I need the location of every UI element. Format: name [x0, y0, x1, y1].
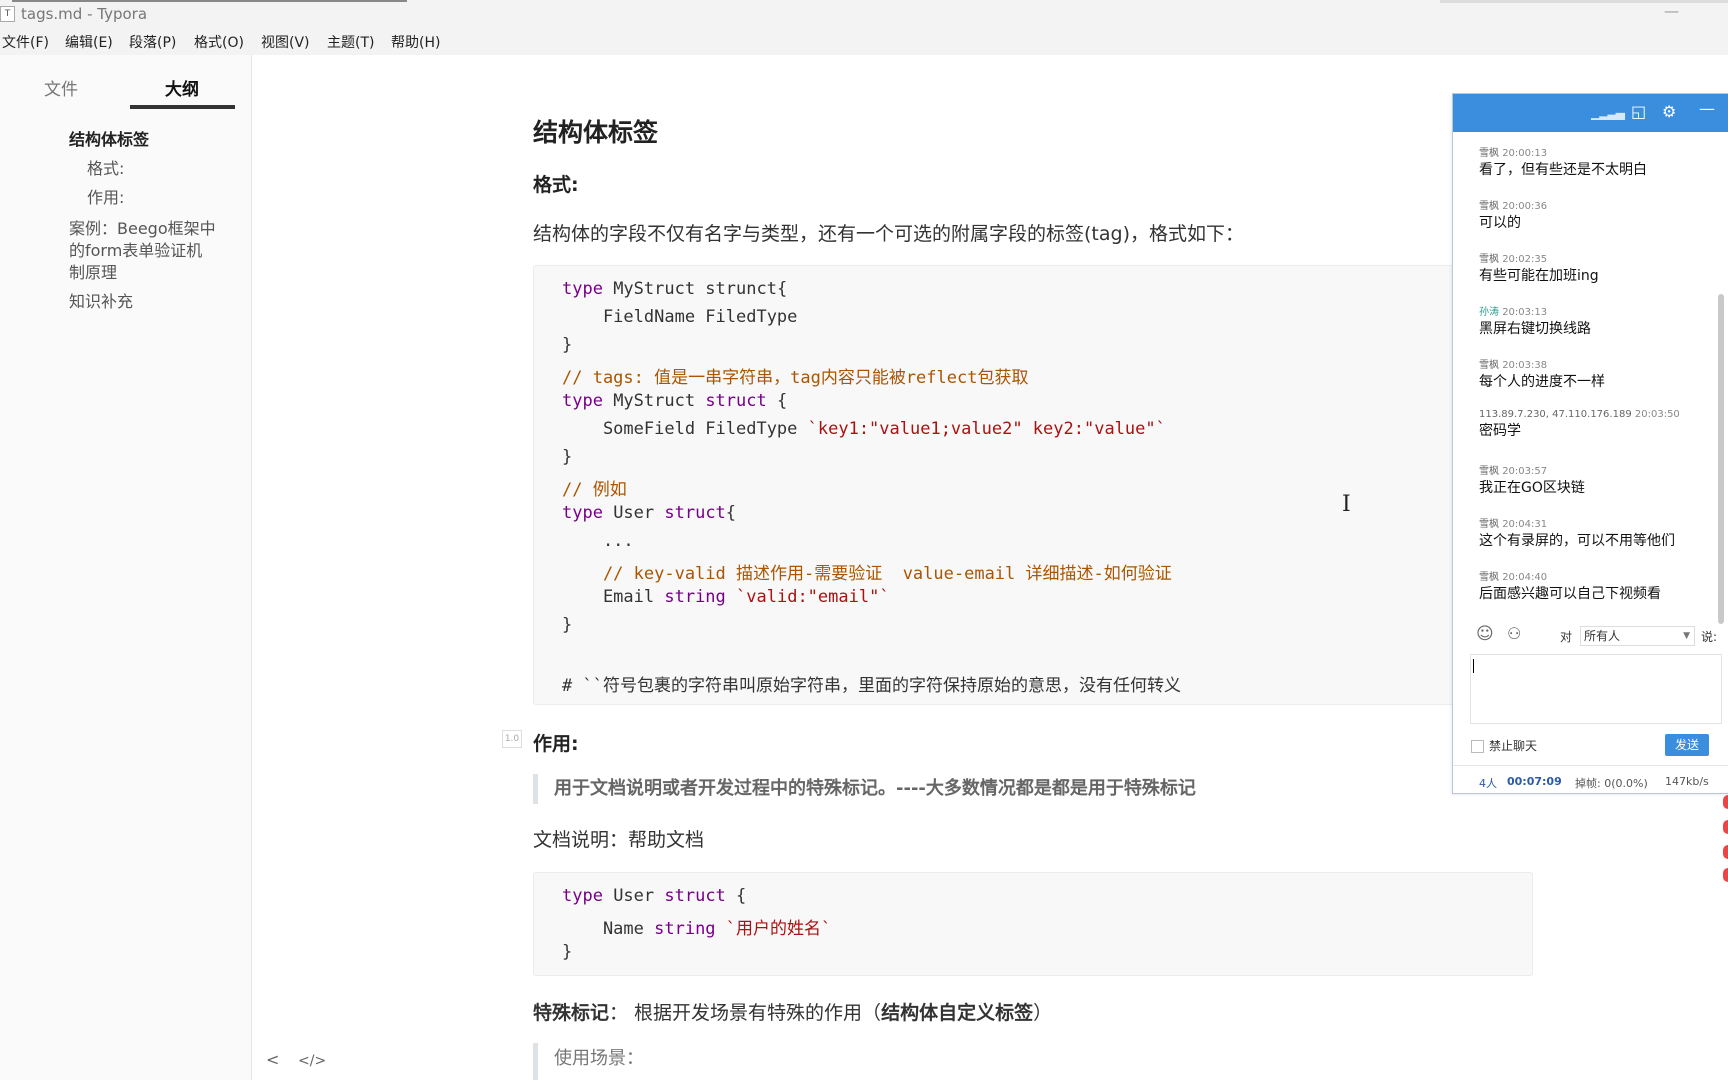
user-icon[interactable]: ⚇	[1507, 624, 1521, 643]
menu-file[interactable]: 文件(F)	[2, 32, 49, 52]
chat-message: 雪枫 20:00:13 看了，但有些还是不太明白	[1479, 148, 1647, 178]
heading-struct-tags: 结构体标签	[533, 118, 659, 147]
code-comment: // tags: 值是一串字符串，tag内容只能被reflect包获取	[562, 368, 1029, 388]
chat-status-bar: 4人 00:07:09 掉帧: 0(0.0%) 147kb/s	[1453, 765, 1728, 793]
chevron-down-icon: ▼	[1683, 631, 1690, 641]
menu-theme[interactable]: 主题(T)	[327, 32, 374, 52]
code-line: }	[562, 942, 573, 962]
chat-message: 雪枫 20:00:36 可以的	[1479, 201, 1548, 231]
outline-item-knowledge[interactable]: 知识补充	[69, 291, 133, 313]
code-line: FieldName FiledType	[562, 307, 798, 327]
code-line: }	[562, 335, 573, 355]
bitrate: 147kb/s	[1665, 775, 1709, 788]
menu-format[interactable]: 格式(O)	[194, 32, 244, 52]
code-line: }	[562, 615, 573, 635]
paragraph-marker-icon: 1.0	[502, 730, 522, 748]
emoji-icon[interactable]: ☺	[1476, 624, 1494, 644]
outline-item-format[interactable]: 格式:	[87, 158, 124, 180]
code-line: type User struct {	[562, 886, 747, 906]
chat-message: 雪枫 20:03:38 每个人的进度不一样	[1479, 360, 1605, 390]
gear-icon[interactable]: ⚙	[1662, 102, 1676, 121]
window-toggle-icon[interactable]: ◱	[1631, 102, 1646, 121]
chat-header: ▁▂▃▄ ◱ ⚙ —	[1453, 94, 1728, 132]
code-block-user[interactable]: type User struct { Name string `用户的姓名` }	[533, 872, 1533, 976]
code-line: type User struct{	[562, 503, 737, 523]
edge-indicator	[1723, 845, 1728, 859]
special-mark-label: 特殊标记	[533, 1002, 610, 1024]
window-title: tags.md - Typora	[21, 5, 148, 23]
active-tab-indicator	[130, 105, 235, 109]
special-mark-paragraph: 特殊标记： 根据开发场景有特殊的作用（结构体自定义标签）	[533, 1002, 1053, 1024]
menu-help[interactable]: 帮助(H)	[391, 32, 440, 52]
intro-paragraph: 结构体的字段不仅有名字与类型，还有一个可选的附属字段的标签(tag)，格式如下：	[533, 223, 1244, 245]
menu-paragraph[interactable]: 段落(P)	[129, 32, 176, 52]
chat-message: 雪枫 20:04:40 后面感兴趣可以自己下视频看	[1479, 572, 1661, 602]
code-line: SomeField FiledType `key1:"value1;value2…	[562, 419, 1166, 439]
recipient-select[interactable]: 所有人 ▼	[1580, 626, 1695, 646]
edge-indicator	[1723, 820, 1728, 834]
chat-panel: ▁▂▃▄ ◱ ⚙ — 雪枫 20:00:13 看了，但有些还是不太明白 雪枫 2…	[1452, 93, 1728, 794]
code-line: type MyStruct strunct{	[562, 279, 788, 299]
chat-toolbar: ☺ ⚇ 对 所有人 ▼ 说:	[1453, 624, 1728, 648]
title-bar: T tags.md - Typora —	[0, 0, 1728, 27]
chat-input[interactable]	[1470, 654, 1722, 724]
title-bar-strip-right	[1440, 0, 1728, 3]
custom-tag-label: 结构体自定义标签	[881, 1002, 1034, 1024]
outline-item-struct-tags[interactable]: 结构体标签	[69, 129, 149, 151]
blockquote-usage: 用于文档说明或者开发过程中的特殊标记。----大多数情况都是都是用于特殊标记	[533, 774, 1196, 804]
minimize-chat-icon[interactable]: —	[1699, 99, 1715, 118]
frame-drop: 掉帧: 0(0.0%)	[1575, 777, 1648, 790]
chat-message: 雪枫 20:03:57 我正在GO区块链	[1479, 466, 1585, 496]
code-comment: // 例如	[562, 480, 627, 500]
title-bar-strip	[12, 0, 407, 2]
code-line: type MyStruct struct {	[562, 391, 788, 411]
menu-edit[interactable]: 编辑(E)	[65, 32, 113, 52]
chat-scrollbar[interactable]	[1718, 294, 1724, 624]
code-line: # ``符号包裹的字符串叫原始字符串，里面的字符保持原始的意思，没有任何转义	[562, 676, 1181, 696]
chat-message: 雪枫 20:04:31 这个有录屏的，可以不用等他们	[1479, 519, 1675, 549]
menu-bar: 文件(F) 编辑(E) 段落(P) 格式(O) 视图(V) 主题(T) 帮助(H…	[0, 27, 1728, 55]
minimize-button[interactable]: —	[1664, 2, 1679, 20]
code-comment: // key-valid 描述作用-需要验证 value-email 详细描述-…	[562, 564, 1172, 584]
outline-item-usage[interactable]: 作用:	[87, 187, 124, 209]
outline-item-case-line1[interactable]: 案例：Beego框架中	[69, 218, 216, 240]
code-line: }	[562, 447, 573, 467]
signal-icon: ▁▂▃▄	[1591, 106, 1625, 120]
chat-message: 孙涛 20:03:13 黑屏右键切换线路	[1479, 307, 1591, 337]
edge-indicator	[1723, 795, 1728, 809]
code-line: Email string `valid:"email"`	[562, 587, 890, 607]
doc-paragraph: 文档说明：帮助文档	[533, 829, 705, 851]
code-line: ...	[562, 531, 634, 551]
heading-format: 格式:	[533, 174, 579, 196]
text-cursor-icon: I	[1342, 492, 1351, 517]
blockquote-scenario: 使用场景：	[533, 1043, 644, 1080]
say-label: 说:	[1701, 630, 1718, 644]
to-label: 对	[1560, 630, 1573, 644]
source-code-icon[interactable]: </>	[298, 1053, 326, 1069]
menu-view[interactable]: 视图(V)	[261, 32, 310, 52]
ban-chat-checkbox[interactable]: 禁止聊天	[1471, 737, 1537, 754]
edge-indicator	[1723, 868, 1728, 882]
code-line: Name string `用户的姓名`	[562, 919, 832, 939]
code-block-struct-tags[interactable]: type MyStruct strunct{ FieldName FiledTy…	[533, 265, 1455, 705]
typora-app-icon: T	[0, 6, 15, 22]
people-count: 4人	[1479, 777, 1497, 790]
chat-message: 雪枫 20:02:35 有些可能在加班ing	[1479, 254, 1599, 284]
back-icon[interactable]: <	[266, 1050, 279, 1069]
outline-item-case-line3[interactable]: 制原理	[69, 262, 117, 284]
chat-message: 113.89.7.230, 47.110.176.189 20:03:50 密码…	[1479, 409, 1680, 439]
outline-item-case-line2[interactable]: 的form表单验证机	[69, 240, 202, 262]
elapsed-time: 00:07:09	[1507, 775, 1562, 788]
sidebar: 文件 大纲 结构体标签 格式: 作用: 案例：Beego框架中 的form表单验…	[0, 55, 326, 1080]
tab-outline[interactable]: 大纲	[165, 75, 199, 100]
tab-files[interactable]: 文件	[44, 75, 78, 100]
send-button[interactable]: 发送	[1665, 734, 1709, 756]
heading-usage: 作用:	[533, 733, 579, 755]
